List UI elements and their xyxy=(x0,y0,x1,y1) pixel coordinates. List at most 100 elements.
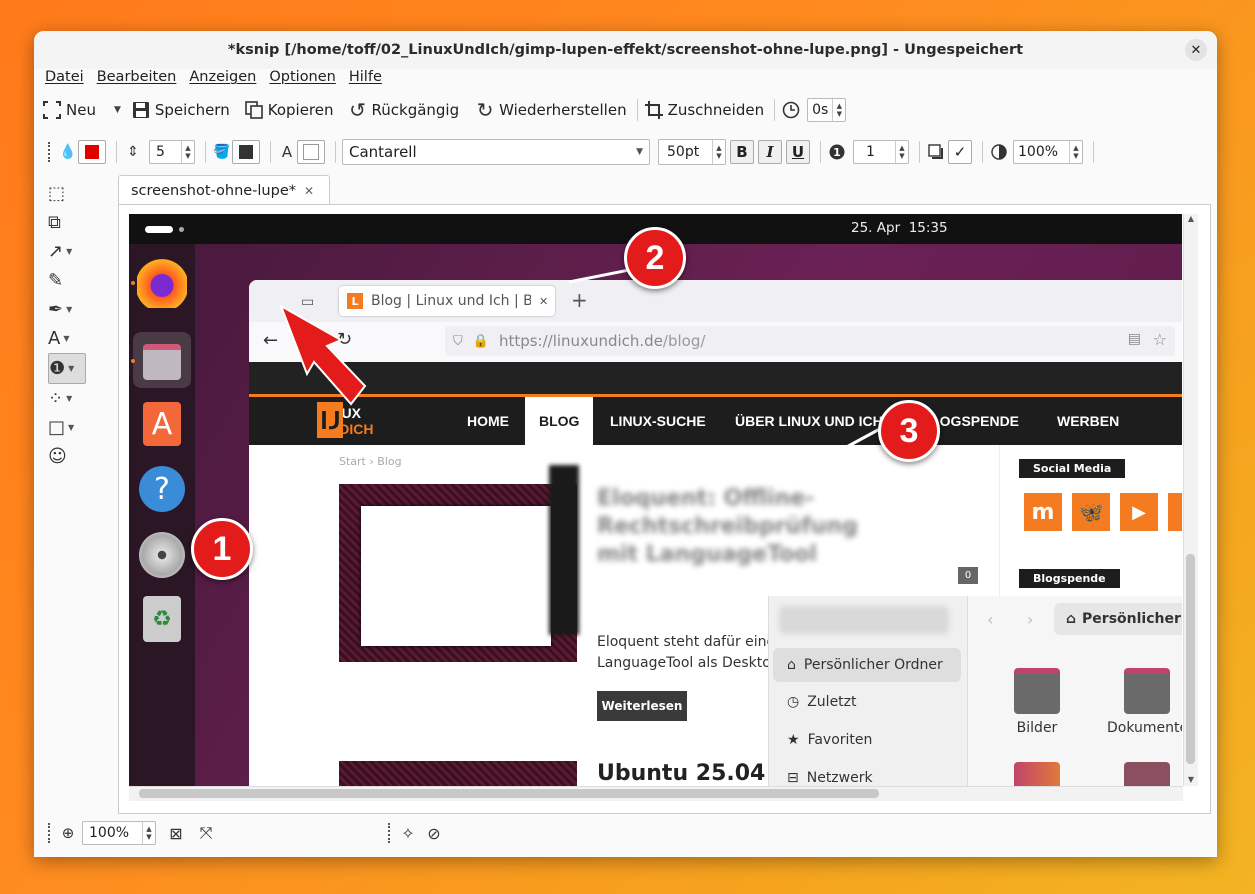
menu-anzeigen[interactable]: Anzeigen xyxy=(189,69,256,93)
crop-icon xyxy=(644,100,664,120)
drag-handle-icon[interactable] xyxy=(48,823,54,843)
copy-icon xyxy=(244,100,264,120)
save-button-label: Speichern xyxy=(154,101,230,119)
bold-button[interactable]: B xyxy=(730,140,754,164)
save-icon xyxy=(131,100,151,120)
number-marker-icon: ❶ xyxy=(49,358,66,379)
modifier-wand-icon[interactable]: ✧ xyxy=(398,823,418,843)
tab-label: screenshot-ohne-lupe* xyxy=(131,182,297,199)
annotation-arrow xyxy=(279,264,890,452)
menu-bar: Datei Bearbeiten Anzeigen Optionen Hilfe xyxy=(34,69,384,93)
new-button-label: Neu xyxy=(66,101,96,119)
spin-arrows-icon[interactable]: ▲ ▼ xyxy=(142,822,155,844)
redo-button-label: Wiederherstellen xyxy=(499,101,627,119)
redo-icon: ↻ xyxy=(476,98,494,122)
text-tool[interactable]: A ▼ xyxy=(48,324,88,353)
save-button[interactable]: Speichern xyxy=(131,100,230,120)
opacity-icon xyxy=(989,142,1009,162)
crop-button[interactable]: Zuschneiden xyxy=(644,100,764,120)
font-combobox[interactable]: Cantarell ▼ xyxy=(342,139,650,165)
toolbar-separator xyxy=(636,99,638,121)
italic-button[interactable]: I xyxy=(758,140,782,164)
spin-arrows-icon[interactable]: ▲ ▼ xyxy=(181,141,194,163)
duplicate-tool[interactable]: ⧉ xyxy=(48,208,88,237)
close-icon: ✕ xyxy=(1190,42,1202,58)
sticker-tool[interactable]: ☺ xyxy=(48,442,88,471)
status-bar: ⊕ 100% ▲ ▼ ⊠ ⤧ ✧ ⊘ xyxy=(34,817,1217,849)
menu-optionen[interactable]: Optionen xyxy=(269,69,336,93)
shadow-checkbox[interactable]: ✓ xyxy=(948,140,972,164)
zoom-spinbox[interactable]: 100% ▲ ▼ xyxy=(82,821,156,845)
number-spinbox[interactable]: 1 ▲ ▼ xyxy=(853,140,909,164)
fill-bucket-icon: 🪣 xyxy=(213,144,231,160)
svg-text:1: 1 xyxy=(833,146,841,159)
drag-handle-icon[interactable] xyxy=(388,823,394,843)
undo-button[interactable]: ↺ Rückgängig xyxy=(348,98,460,122)
scrollbar-thumb[interactable] xyxy=(139,789,879,798)
font-size-spinbox[interactable]: 50pt ▲ ▼ xyxy=(658,139,726,165)
italic-icon: I xyxy=(766,143,774,161)
redo-button[interactable]: ↻ Wiederherstellen xyxy=(475,98,627,122)
size-icon: ⇕ xyxy=(127,144,139,160)
scroll-up-icon[interactable]: ▲ xyxy=(1184,214,1198,223)
scroll-down-icon[interactable]: ▼ xyxy=(1184,775,1198,784)
chevron-down-icon: ▼ xyxy=(636,147,643,157)
color-picker[interactable] xyxy=(78,140,106,164)
toolbar-separator xyxy=(982,141,983,163)
font-size-value: 50pt xyxy=(667,144,700,160)
toolbar-separator xyxy=(270,141,271,163)
callout-badge-1: 1 xyxy=(191,518,253,580)
no-action-icon[interactable]: ⊘ xyxy=(424,823,444,843)
chevron-down-icon: ▼ xyxy=(68,364,75,373)
fill-type-button[interactable] xyxy=(232,140,260,164)
spin-arrows-icon[interactable]: ▲ ▼ xyxy=(712,140,725,164)
copy-button[interactable]: Kopieren xyxy=(244,100,334,120)
menu-hilfe[interactable]: Hilfe xyxy=(349,69,382,93)
drag-handle-icon[interactable] xyxy=(48,142,54,162)
text-color-picker[interactable] xyxy=(297,140,325,164)
color-drop-icon: 💧 xyxy=(59,144,77,160)
font-value: Cantarell xyxy=(349,143,417,161)
tab-screenshot[interactable]: screenshot-ohne-lupe* ✕ xyxy=(118,175,330,205)
scrollbar-thumb[interactable] xyxy=(1186,554,1195,764)
pen-tool[interactable]: ✎ xyxy=(48,266,88,295)
marker-tool[interactable]: ✒ ▼ xyxy=(48,295,88,324)
chevron-down-icon[interactable]: ▼ xyxy=(114,105,121,115)
undo-button-label: Rückgängig xyxy=(371,101,460,119)
smiley-icon: ☺ xyxy=(48,446,67,467)
rectangle-tool[interactable]: □ ▼ xyxy=(48,413,88,442)
size-value: 5 xyxy=(156,144,165,160)
size-spinbox[interactable]: 5 ▲ ▼ xyxy=(149,140,195,164)
horizontal-scrollbar[interactable] xyxy=(129,786,1183,801)
spin-arrows-icon[interactable]: ▲ ▼ xyxy=(1069,141,1082,163)
fit-window-icon[interactable]: ⊠ xyxy=(166,823,186,843)
number-tool[interactable]: ❶ ▼ xyxy=(48,353,86,384)
close-button[interactable]: ✕ xyxy=(1185,39,1207,61)
blur-tool[interactable]: ⁘ ▼ xyxy=(48,384,88,413)
chevron-down-icon: ▼ xyxy=(66,305,73,314)
arrow-tool[interactable]: ↗ ▼ xyxy=(48,237,88,266)
opacity-spinbox[interactable]: 100% ▲ ▼ xyxy=(1013,140,1083,164)
tab-close-icon[interactable]: ✕ xyxy=(304,184,314,198)
duplicate-icon: ⧉ xyxy=(48,212,61,233)
spin-arrows-icon[interactable]: ▲ ▼ xyxy=(895,141,908,163)
spin-arrows-icon[interactable]: ▲ ▼ xyxy=(832,99,845,121)
image-canvas[interactable]: 25. Apr 15:35 A ? ♻ ▭ L Blog | Linux und… xyxy=(129,214,1182,786)
arrow-icon: ↗ xyxy=(48,241,64,262)
select-tool[interactable]: ⬚ xyxy=(48,179,88,208)
text-color-icon: A xyxy=(281,143,293,161)
shadow-icon xyxy=(926,142,946,162)
arrow-1-shape xyxy=(279,303,367,406)
clock-icon xyxy=(781,100,801,120)
toolbar-separator xyxy=(820,141,821,163)
toolbar-separator xyxy=(116,141,117,163)
delay-spinbox[interactable]: 0s ▲ ▼ xyxy=(807,98,847,122)
reset-zoom-icon[interactable]: ⤧ xyxy=(196,823,216,843)
underline-button[interactable]: U xyxy=(786,140,810,164)
vertical-scrollbar[interactable]: ▲ ▼ xyxy=(1183,214,1198,786)
checkmark-icon: ✓ xyxy=(953,143,967,161)
menu-datei[interactable]: Datei xyxy=(45,69,84,93)
new-button[interactable]: Neu ▼ xyxy=(42,100,121,120)
menu-bearbeiten[interactable]: Bearbeiten xyxy=(97,69,177,93)
blur-icon: ⁘ xyxy=(48,388,64,409)
